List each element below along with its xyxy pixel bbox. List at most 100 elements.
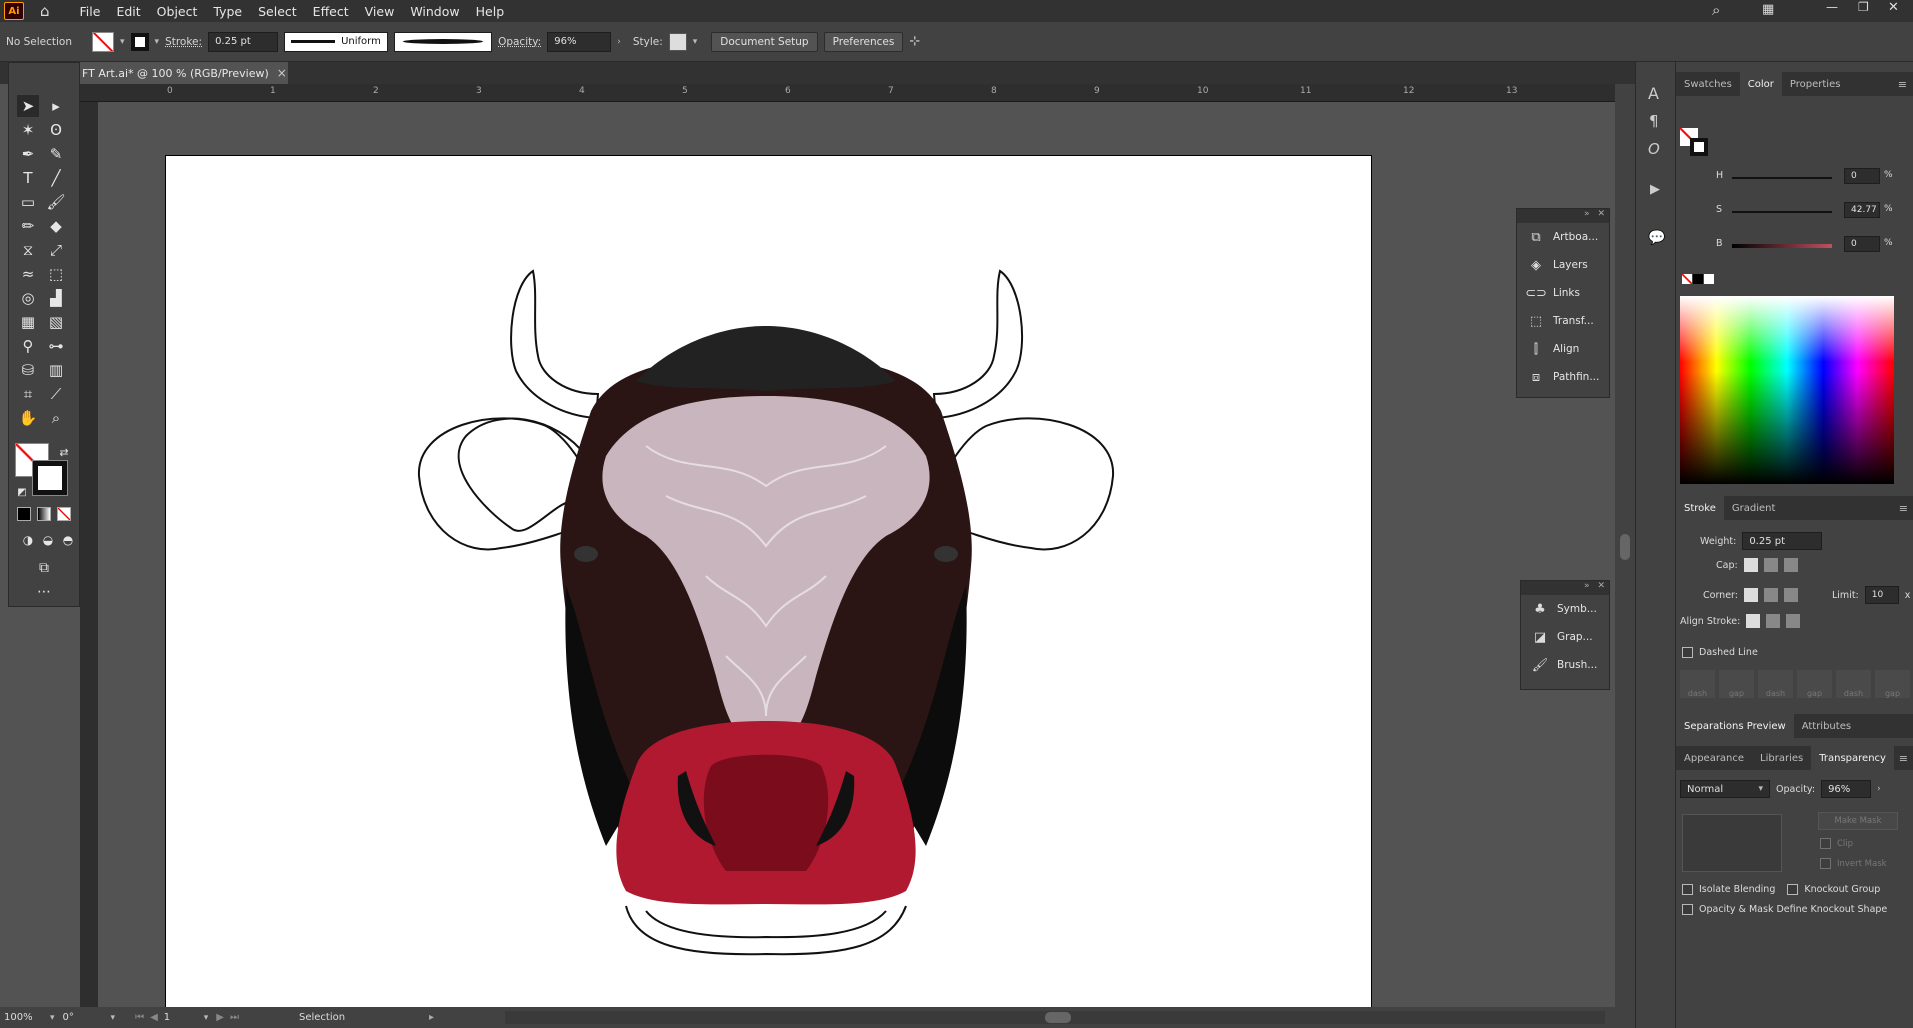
transparency-opacity-field[interactable]: 96%: [1821, 780, 1872, 798]
hscroll-thumb[interactable]: [1045, 1012, 1071, 1023]
fill-swatch[interactable]: [92, 31, 114, 52]
close-panel-icon[interactable]: ✕: [1597, 581, 1605, 595]
miter-join-icon[interactable]: [1744, 588, 1758, 602]
s-value-field[interactable]: 42.77: [1844, 202, 1880, 218]
tab-properties[interactable]: Properties: [1782, 72, 1849, 96]
stroke-panel-menu-icon[interactable]: ≡: [1899, 502, 1913, 515]
eraser-tool-icon[interactable]: ◆: [45, 215, 67, 237]
gap-field[interactable]: gap: [1797, 670, 1832, 698]
gap-field[interactable]: gap: [1719, 670, 1754, 698]
eyedropper-tool-icon[interactable]: ⚲: [17, 335, 39, 357]
h-value-field[interactable]: 0: [1844, 168, 1880, 184]
style-dropdown-icon[interactable]: ▾: [693, 37, 698, 47]
style-swatch[interactable]: [668, 32, 687, 51]
paragraph-panel-icon[interactable]: ¶: [1649, 112, 1659, 130]
menu-select[interactable]: Select: [250, 4, 305, 19]
artboards-panel-item[interactable]: ⧉ Artboa...: [1517, 223, 1609, 251]
swap-colors-icon[interactable]: ⇄: [53, 441, 75, 463]
next-artboard-icon[interactable]: ▶: [216, 1012, 224, 1023]
menu-file[interactable]: File: [72, 4, 109, 19]
pencil-tool-icon[interactable]: ✏: [17, 215, 39, 237]
workspace-icon[interactable]: ▦: [1762, 2, 1774, 17]
none-mode-icon[interactable]: [57, 507, 71, 521]
knockout-group-checkbox[interactable]: [1787, 884, 1799, 895]
draw-inside-icon[interactable]: ◓: [57, 529, 79, 551]
graphic-styles-panel-item[interactable]: ◪ Grap...: [1521, 623, 1609, 651]
horizontal-scrollbar[interactable]: [505, 1011, 1605, 1024]
tab-libraries[interactable]: Libraries: [1752, 746, 1811, 770]
artboard-dropdown-icon[interactable]: ▾: [204, 1013, 209, 1023]
restore-icon[interactable]: ❐: [1858, 0, 1869, 14]
tab-transparency[interactable]: Transparency: [1811, 746, 1894, 770]
artboard-tool-icon[interactable]: ⌗: [17, 383, 39, 405]
comments-panel-icon[interactable]: 💬: [1648, 230, 1665, 246]
color-mode-icon[interactable]: [17, 507, 31, 521]
fill-dropdown-icon[interactable]: ▾: [120, 37, 125, 47]
menu-view[interactable]: View: [357, 4, 403, 19]
opacity-arrow-icon[interactable]: ›: [617, 37, 621, 47]
panel-header[interactable]: » ✕: [1521, 581, 1609, 595]
pathfinder-panel-item[interactable]: ⧈ Pathfin...: [1517, 363, 1609, 391]
color-stroke-box[interactable]: [1690, 138, 1708, 156]
color-fill-stroke-icon[interactable]: [1680, 120, 1708, 156]
lasso-tool-icon[interactable]: ʘ: [45, 119, 67, 141]
character-panel-icon[interactable]: A: [1648, 84, 1659, 103]
b-track[interactable]: [1732, 244, 1832, 248]
transparency-menu-icon[interactable]: ≡: [1899, 752, 1913, 765]
square-cap-icon[interactable]: [1783, 558, 1798, 572]
menu-type[interactable]: Type: [205, 4, 250, 19]
preferences-button[interactable]: Preferences: [823, 31, 904, 52]
color-slider-s[interactable]: S 42.77 %: [1716, 202, 1896, 220]
align-center-icon[interactable]: [1746, 614, 1761, 628]
line-tool-icon[interactable]: ╱: [45, 167, 67, 189]
round-cap-icon[interactable]: [1763, 558, 1778, 572]
scroll-thumb[interactable]: [1620, 534, 1630, 560]
align-options-icon[interactable]: ⊹: [909, 34, 920, 49]
stroke-color-box[interactable]: [32, 460, 68, 496]
vertical-ruler[interactable]: [80, 102, 98, 1007]
transparency-opacity-arrow-icon[interactable]: ›: [1877, 784, 1881, 794]
color-slider-b[interactable]: B 0 %: [1716, 236, 1896, 254]
brush-select[interactable]: [394, 31, 493, 52]
make-mask-button[interactable]: Make Mask: [1818, 812, 1898, 830]
blend-mode-select[interactable]: Normal ▾: [1680, 780, 1770, 798]
hand-tool-icon[interactable]: ✋: [17, 407, 39, 429]
dashed-line-checkbox[interactable]: [1682, 647, 1693, 658]
close-panel-icon[interactable]: ✕: [1597, 209, 1605, 223]
prev-artboard-icon[interactable]: ◀: [150, 1012, 158, 1023]
pen-tool-icon[interactable]: ✒: [17, 143, 39, 165]
stroke-weight-field[interactable]: 0.25 pt: [208, 31, 279, 52]
dash-field[interactable]: dash: [1836, 670, 1871, 698]
opentype-panel-icon[interactable]: O: [1648, 140, 1660, 158]
opacity-mask-checkbox[interactable]: [1682, 904, 1693, 915]
document-tab[interactable]: FT Art.ai* @ 100 % (RGB/Preview) ×: [78, 62, 288, 84]
black-swatch[interactable]: [1693, 274, 1703, 284]
artboard[interactable]: [165, 155, 1372, 1010]
b-value-field[interactable]: 0: [1844, 236, 1880, 252]
direct-selection-tool-icon[interactable]: ▸: [45, 95, 67, 117]
curvature-tool-icon[interactable]: ✎: [45, 143, 67, 165]
draw-behind-icon[interactable]: ◒: [37, 529, 59, 551]
dash-field[interactable]: dash: [1758, 670, 1793, 698]
align-panel-item[interactable]: ⫿ Align: [1517, 335, 1609, 363]
blend-tool-icon[interactable]: ⊶: [45, 335, 67, 357]
links-panel-item[interactable]: ⊂⊃ Links: [1517, 279, 1609, 307]
menu-object[interactable]: Object: [149, 4, 206, 19]
search-icon[interactable]: ⌕: [1712, 1, 1720, 19]
tab-appearance[interactable]: Appearance: [1676, 746, 1752, 770]
clip-checkbox[interactable]: [1820, 838, 1831, 849]
zoom-dropdown-icon[interactable]: ▾: [50, 1013, 55, 1023]
invert-mask-checkbox[interactable]: [1820, 858, 1831, 869]
s-track[interactable]: [1732, 211, 1832, 213]
reflect-tool-icon[interactable]: ⧖: [17, 239, 39, 261]
status-menu-icon[interactable]: ▸: [429, 1012, 434, 1023]
type-tool-icon[interactable]: T: [17, 167, 39, 189]
free-transform-tool-icon[interactable]: ⬚: [45, 263, 67, 285]
white-swatch[interactable]: [1704, 274, 1714, 284]
round-join-icon[interactable]: [1764, 588, 1778, 602]
gradient-mode-icon[interactable]: [37, 507, 51, 521]
tab-stroke[interactable]: Stroke: [1676, 496, 1724, 520]
horizontal-ruler[interactable]: 0 1 2 3 4 5 6 7 8 9 10 11 12 13: [80, 84, 1615, 102]
column-graph-tool-icon[interactable]: ▥: [45, 359, 67, 381]
close-tab-icon[interactable]: ×: [277, 66, 287, 80]
